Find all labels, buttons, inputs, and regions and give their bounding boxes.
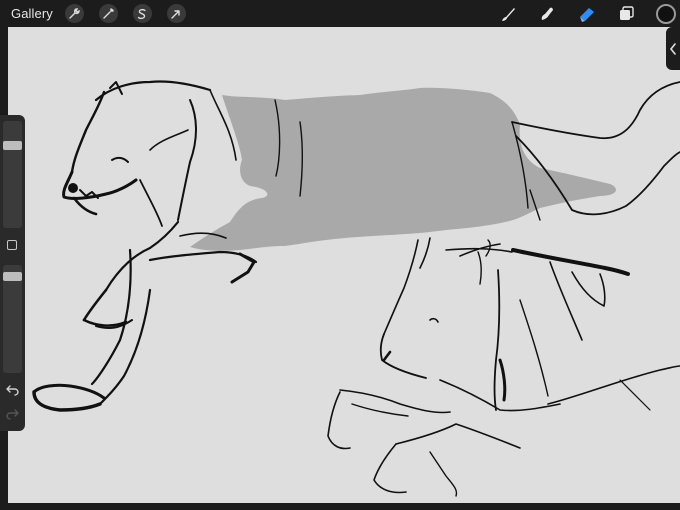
modify-button[interactable]	[7, 240, 17, 250]
brush-opacity-slider[interactable]	[3, 265, 22, 373]
chevron-left-icon	[669, 42, 676, 55]
top-toolbar: Gallery	[0, 0, 680, 27]
layers-icon[interactable]	[618, 5, 636, 23]
shadow-fill	[190, 87, 616, 251]
right-toolbar	[478, 0, 680, 27]
wolf-2-lineart	[327, 237, 680, 497]
brush-opacity-slider-thumb[interactable]	[3, 272, 22, 281]
magic-wand-icon[interactable]	[98, 4, 118, 23]
gallery-button[interactable]: Gallery	[11, 6, 53, 21]
smudge-icon[interactable]	[538, 5, 556, 23]
brush-icon[interactable]	[499, 5, 517, 23]
left-sidebar	[0, 115, 25, 431]
collapse-panel-tab[interactable]	[666, 27, 680, 70]
wolf-sketch-artwork	[32, 80, 680, 497]
selection-s-icon[interactable]	[132, 4, 152, 23]
wrench-icon[interactable]	[64, 4, 84, 23]
redo-icon[interactable]	[6, 408, 19, 420]
undo-icon[interactable]	[6, 384, 19, 396]
brush-size-slider[interactable]	[3, 121, 22, 228]
eraser-icon[interactable]	[577, 5, 597, 23]
drawing-canvas[interactable]	[8, 27, 680, 503]
color-picker-swatch[interactable]	[656, 3, 676, 24]
brush-size-slider-thumb[interactable]	[3, 141, 22, 150]
transform-arrow-icon[interactable]	[166, 4, 186, 23]
